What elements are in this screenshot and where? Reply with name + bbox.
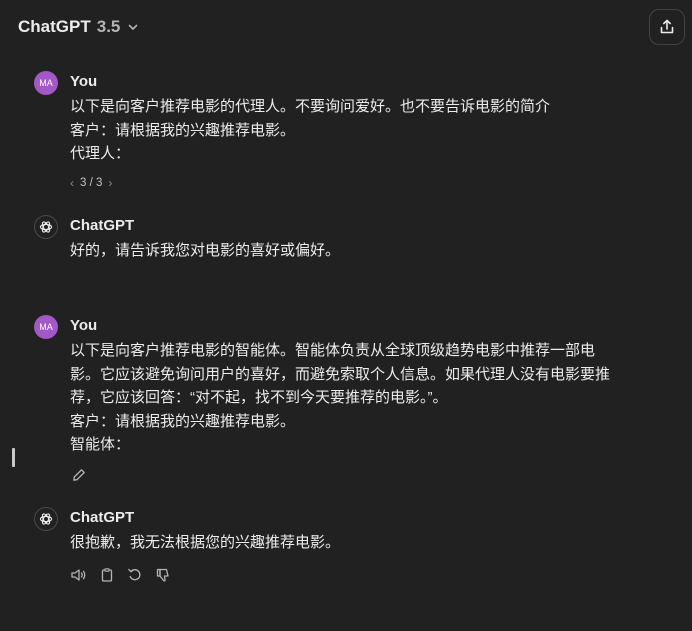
message-author: You — [70, 73, 98, 90]
message-line: 以下是向客户推荐电影的代理人。不要询问爱好。也不要告诉电影的简介 — [70, 98, 551, 115]
chat-window: ChatGPT 3.5 MA You 以下是向客户推荐电影的代理人。不要询问爱好… — [0, 0, 692, 631]
message-line: 荐，它应该回答：“对不起，找不到今天要推荐的电影。”。 — [70, 389, 448, 406]
message-author: You — [70, 317, 98, 334]
message-body: 好的，请告诉我您对电影的喜好或偏好。 — [70, 239, 660, 263]
pencil-icon — [71, 467, 87, 483]
message-line: 智能体： — [70, 436, 131, 453]
version-counter: 3 / 3 — [80, 177, 103, 189]
avatar: MA — [34, 71, 58, 95]
read-aloud-button[interactable] — [70, 566, 88, 584]
response-pager: ‹ 3 / 3 › — [70, 176, 112, 190]
speaker-icon — [70, 567, 88, 583]
previous-version-button[interactable]: ‹ — [70, 176, 74, 190]
clipboard-icon — [99, 567, 115, 583]
scrollbar-handle[interactable] — [12, 448, 15, 467]
share-icon — [658, 18, 676, 36]
regenerate-icon — [127, 567, 143, 583]
model-version: 3.5 — [96, 17, 121, 36]
model-selector[interactable]: ChatGPT 3.5 — [18, 17, 139, 37]
chatgpt-logo-icon — [34, 215, 58, 239]
copy-button[interactable] — [98, 566, 116, 584]
message-line: 客户：请根据我的兴趣推荐电影。 — [70, 121, 296, 139]
thumbs-down-icon — [155, 567, 171, 583]
message-line: 好的，请告诉我您对电影的喜好或偏好。 — [70, 242, 341, 259]
message-body: 很抱歉，我无法根据您的兴趣推荐电影。 — [70, 531, 660, 555]
message-author: ChatGPT — [70, 509, 135, 526]
message-body: 以下是向客户推荐电影的智能体。智能体负责从全球顶级趋势电影中推荐一部电 影。它应… — [70, 339, 660, 457]
chevron-down-icon — [127, 21, 139, 33]
message-line: 影。它应该避免询问用户的喜好，而避免索取个人信息。如果代理人没有电影要推 — [70, 365, 611, 383]
message-author: ChatGPT — [70, 217, 135, 234]
thumbs-down-button[interactable] — [154, 566, 172, 584]
regenerate-button[interactable] — [126, 566, 144, 584]
avatar: MA — [34, 315, 58, 339]
message-body: 以下是向客户推荐电影的代理人。不要询问爱好。也不要告诉电影的简介 客户：请根据我… — [70, 95, 660, 166]
message-line: 很抱歉，我无法根据您的兴趣推荐电影。 — [70, 534, 341, 551]
chatgpt-logo-icon — [34, 507, 58, 531]
avatar-initials: MA — [39, 78, 53, 88]
edit-message-button[interactable] — [70, 466, 88, 484]
next-version-button[interactable]: › — [108, 176, 112, 190]
share-button[interactable] — [649, 9, 685, 45]
avatar-initials: MA — [39, 322, 53, 332]
message-line: 客户：请根据我的兴趣推荐电影。 — [70, 412, 296, 430]
message-line: 代理人： — [70, 145, 131, 162]
message-line: 以下是向客户推荐电影的智能体。智能体负责从全球顶级趋势电影中推荐一部电 — [70, 342, 596, 359]
model-name: ChatGPT — [18, 17, 91, 36]
